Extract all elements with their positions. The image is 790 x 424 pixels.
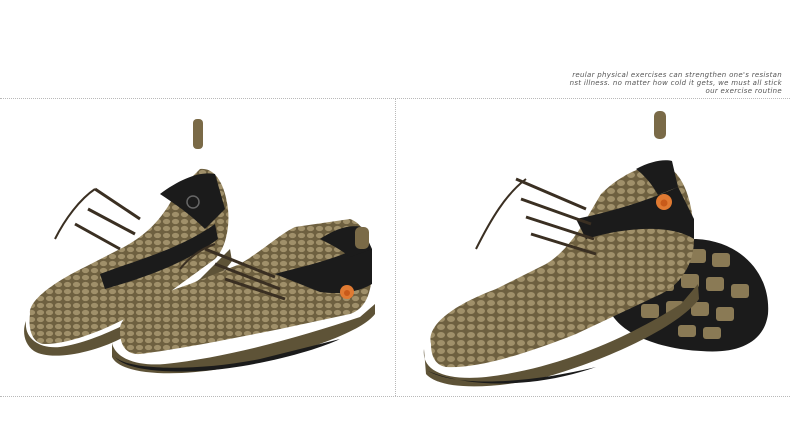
photo-shoe-pair bbox=[0, 99, 394, 395]
slogan-line-1: reular physical exercises can strengthen… bbox=[572, 71, 782, 79]
shoe-side-illustration bbox=[423, 111, 769, 387]
slogan-caption: reular physical exercises can strengthen… bbox=[552, 71, 782, 95]
shoe-pair-illustration bbox=[24, 119, 376, 374]
main-shoe bbox=[423, 111, 699, 387]
bottom-divider bbox=[0, 396, 790, 397]
photo-shoe-side bbox=[396, 99, 790, 395]
slogan-line-2: nst illness. no matter how cold it gets,… bbox=[569, 79, 782, 87]
slogan-line-3: our exercise routine bbox=[705, 87, 782, 95]
